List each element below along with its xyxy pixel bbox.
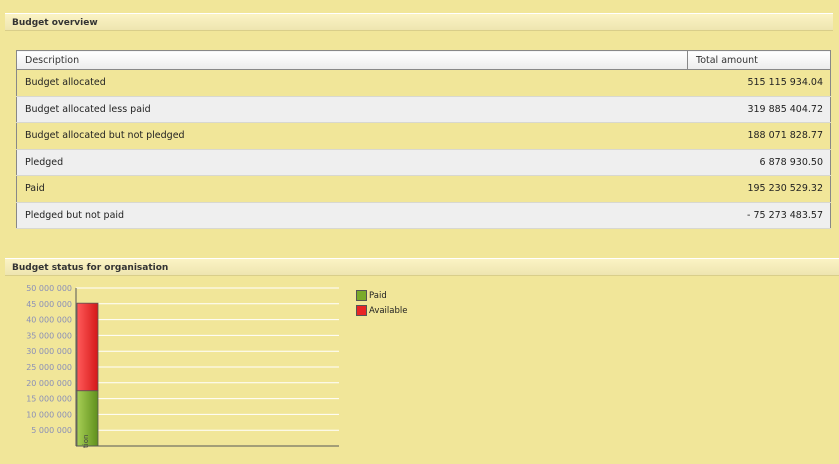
legend-label-paid: Paid <box>369 290 387 301</box>
legend-item-paid[interactable]: Paid <box>356 288 407 303</box>
table-row: Paid 195 230 529.32 <box>16 175 831 203</box>
budget-overview-header: Budget overview <box>5 13 833 31</box>
row-label: Paid <box>16 175 688 203</box>
row-amount: 515 115 934.04 <box>687 69 831 97</box>
y-tick-label: 35 000 000 <box>26 331 72 340</box>
y-tick-label: 5 000 000 <box>31 426 72 435</box>
legend-swatch-available <box>356 305 367 316</box>
y-tick-label: 15 000 000 <box>26 395 72 404</box>
row-amount: 188 071 828.77 <box>687 122 831 150</box>
chart-bars <box>76 302 99 447</box>
table-row: Pledged but not paid - 75 273 483.57 <box>16 202 831 229</box>
legend-label-available: Available <box>369 305 408 316</box>
table-row: Pledged 6 878 930.50 <box>16 149 831 176</box>
bar-segment-available[interactable] <box>76 302 99 392</box>
legend-item-available[interactable]: Available <box>356 303 407 318</box>
table-row: Budget allocated less paid 319 885 404.7… <box>16 96 831 123</box>
x-category-label: tion <box>82 434 90 448</box>
row-amount: 195 230 529.32 <box>687 175 831 203</box>
row-label: Budget allocated less paid <box>16 96 688 123</box>
y-tick-label: 45 000 000 <box>26 300 72 309</box>
chart-grid <box>76 287 339 431</box>
y-tick-label: 40 000 000 <box>26 316 72 325</box>
row-amount: - 75 273 483.57 <box>687 202 831 229</box>
budget-overview-table: Description Total amount Budget allocate… <box>16 50 831 229</box>
y-tick-label: 25 000 000 <box>26 363 72 372</box>
table-row: Budget allocated but not pledged 188 071… <box>16 122 831 150</box>
column-header-amount[interactable]: Total amount <box>687 50 831 70</box>
y-tick-label: 50 000 000 <box>26 284 72 293</box>
budget-status-header: Budget status for organisation <box>5 258 839 276</box>
row-label: Pledged <box>16 149 688 176</box>
column-header-description[interactable]: Description <box>16 50 688 70</box>
y-tick-label: 20 000 000 <box>26 379 72 388</box>
row-label: Budget allocated but not pledged <box>16 122 688 150</box>
legend-swatch-paid <box>356 290 367 301</box>
row-label: Budget allocated <box>16 69 688 97</box>
row-label: Pledged but not paid <box>16 202 688 229</box>
table-row: Budget allocated 515 115 934.04 <box>16 69 831 97</box>
row-amount: 6 878 930.50 <box>687 149 831 176</box>
y-tick-label: 10 000 000 <box>26 410 72 419</box>
row-amount: 319 885 404.72 <box>687 96 831 123</box>
budget-status-chart: 5 000 000 10 000 000 15 000 000 20 000 000 2… <box>26 284 339 447</box>
y-axis-ticks: 5 000 000 10 000 000 15 000 000 20 000 000 2… <box>26 284 72 435</box>
chart-legend: Paid Available <box>356 288 407 318</box>
y-tick-label: 30 000 000 <box>26 347 72 356</box>
